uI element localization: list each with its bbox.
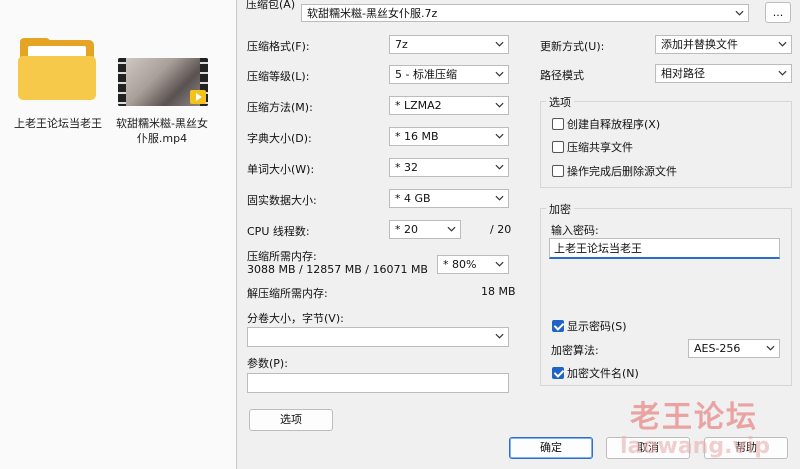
dict-select[interactable]: * 16 MB [389, 127, 509, 146]
format-label: 压缩格式(F): [247, 40, 310, 53]
video-item[interactable]: 软甜糯米糍-黑丝女仆服.mp4 [112, 116, 212, 146]
archive-label: 压缩包(A) [246, 0, 296, 11]
update-value: 添加并替换文件 [661, 38, 738, 51]
player-badge-icon [190, 90, 206, 104]
shared-checkbox[interactable]: 压缩共享文件 [552, 139, 633, 155]
solid-select[interactable]: * 4 GB [389, 189, 509, 208]
video-thumbnail-icon[interactable] [118, 58, 208, 106]
threads-total: / 20 [490, 223, 512, 236]
chevron-down-icon [495, 261, 504, 267]
threads-label: CPU 线程数: [247, 225, 310, 238]
decomp-label: 解压缩所需内存: [247, 287, 328, 300]
decomp-value: 18 MB [481, 285, 516, 298]
path-value: 相对路径 [661, 67, 705, 80]
level-select[interactable]: 5 - 标准压缩 [389, 65, 509, 84]
desktop-area: 上老王论坛当老王 软甜糯米糍-黑丝女仆服.mp4 [0, 0, 236, 469]
threads-select[interactable]: * 20 [389, 220, 461, 239]
show-password-label: 显示密码(S) [567, 320, 627, 333]
format-select[interactable]: 7z [389, 35, 509, 54]
watermark-title: 老王论坛 [630, 400, 758, 435]
threads-value: * 20 [395, 223, 418, 236]
ok-button[interactable]: 确定 [509, 437, 593, 459]
mem-detail: 3088 MB / 12857 MB / 16071 MB [247, 263, 428, 276]
method-select[interactable]: * LZMA2 [389, 96, 509, 115]
algo-label: 加密算法: [551, 344, 599, 357]
params-label: 参数(P): [247, 357, 288, 370]
folder-item[interactable]: 上老王论坛当老王 [14, 116, 102, 131]
sfx-checkbox[interactable]: 创建自释放程序(X) [552, 116, 660, 132]
folder-icon[interactable] [18, 38, 96, 100]
chevron-down-icon [495, 333, 504, 339]
delete-checkbox[interactable]: 操作完成后删除源文件 [552, 163, 677, 179]
word-label: 单词大小(W): [247, 163, 315, 176]
path-select[interactable]: 相对路径 [655, 64, 792, 83]
encrypt-group-title: 加密 [546, 201, 574, 217]
archive-path-combo[interactable]: 软甜糯米糍-黑丝女仆服.7z [301, 4, 749, 22]
level-label: 压缩等级(L): [247, 70, 310, 83]
chevron-down-icon [495, 102, 504, 108]
chevron-down-icon [766, 345, 775, 351]
options-button[interactable]: 选项 [249, 409, 333, 431]
archive-path-value: 软甜糯米糍-黑丝女仆服.7z [307, 7, 438, 20]
chevron-down-icon [495, 41, 504, 47]
method-label: 压缩方法(M): [247, 101, 313, 114]
chevron-down-icon [447, 226, 456, 232]
update-label: 更新方式(U): [540, 40, 605, 53]
dict-value: * 16 MB [395, 130, 439, 143]
shared-label: 压缩共享文件 [567, 141, 633, 154]
show-password-checkbox[interactable]: 显示密码(S) [552, 318, 627, 334]
checkbox-checked-icon [552, 320, 564, 332]
chevron-down-icon [495, 71, 504, 77]
algo-select[interactable]: AES-256 [688, 339, 780, 358]
solid-value: * 4 GB [395, 192, 431, 205]
mem-percent-select[interactable]: * 80% [437, 255, 509, 274]
password-input[interactable]: 上老王论坛当老王 [549, 238, 780, 259]
params-input[interactable] [247, 373, 509, 393]
chevron-down-icon [735, 10, 744, 16]
checkbox-unchecked-icon [552, 141, 564, 153]
chevron-down-icon [778, 41, 787, 47]
word-select[interactable]: * 32 [389, 158, 509, 177]
checkbox-unchecked-icon [552, 118, 564, 130]
password-label: 输入密码: [551, 224, 599, 237]
chevron-down-icon [495, 133, 504, 139]
delete-label: 操作完成后删除源文件 [567, 165, 677, 178]
update-select[interactable]: 添加并替换文件 [655, 35, 792, 54]
checkbox-checked-icon [552, 367, 564, 379]
mem-percent-value: * 80% [443, 258, 477, 271]
split-label: 分卷大小，字节(V): [247, 312, 344, 325]
word-value: * 32 [395, 161, 418, 174]
level-value: 5 - 标准压缩 [395, 68, 457, 81]
video-label: 软甜糯米糍-黑丝女仆服.mp4 [116, 117, 208, 145]
split-select[interactable] [247, 327, 509, 347]
chevron-down-icon [495, 195, 504, 201]
format-value: 7z [395, 38, 408, 51]
encrypt-names-label: 加密文件名(N) [567, 367, 639, 380]
encrypt-names-checkbox[interactable]: 加密文件名(N) [552, 365, 639, 381]
mem-label: 压缩所需内存: [247, 250, 317, 263]
chevron-down-icon [778, 70, 787, 76]
chevron-down-icon [495, 164, 504, 170]
options-group-title: 选项 [546, 94, 574, 110]
path-label: 路径模式 [540, 69, 584, 82]
algo-value: AES-256 [694, 342, 741, 355]
checkbox-unchecked-icon [552, 165, 564, 177]
method-value: * LZMA2 [395, 99, 442, 112]
browse-button[interactable]: ... [765, 2, 791, 23]
solid-label: 固实数据大小: [247, 194, 317, 207]
sfx-label: 创建自释放程序(X) [567, 118, 661, 131]
watermark-url: laowang.vip [620, 434, 771, 459]
dict-label: 字典大小(D): [247, 132, 312, 145]
folder-label: 上老王论坛当老王 [14, 117, 102, 130]
